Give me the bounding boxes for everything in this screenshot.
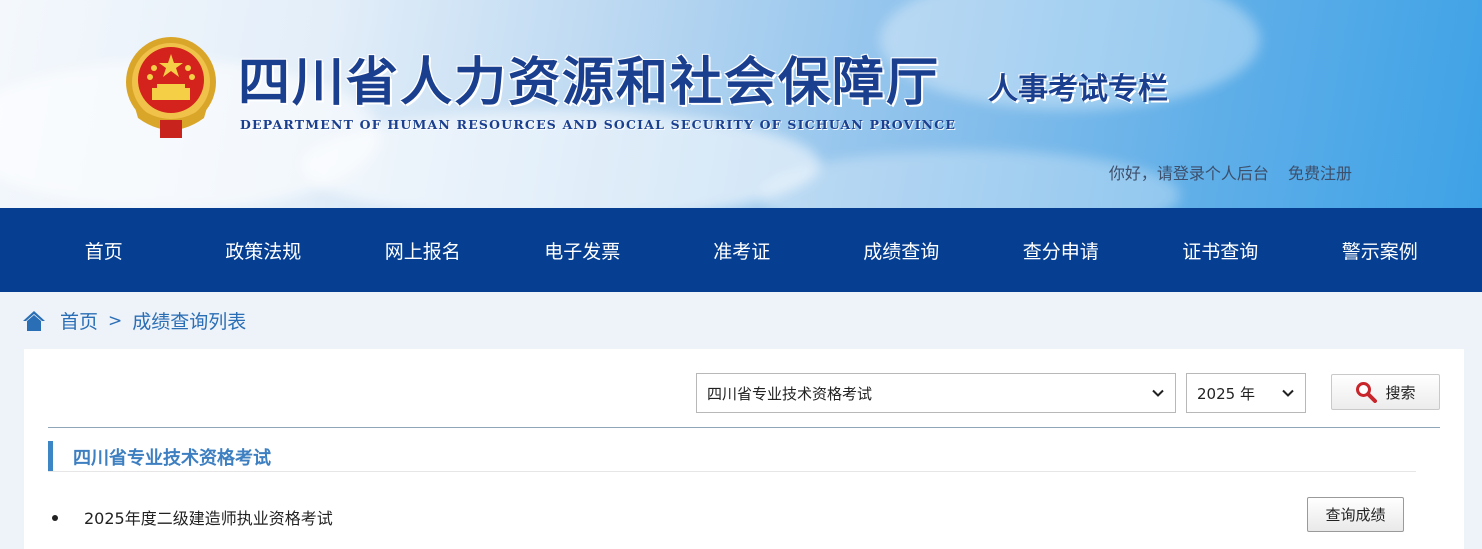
section-divider <box>48 471 1416 472</box>
bullet-icon <box>52 515 58 521</box>
section-accent-bar <box>48 441 53 472</box>
header-banner: 四川省人力资源和社会保障厅 DEPARTMENT OF HUMAN RESOUR… <box>0 0 1482 208</box>
nav-item-policy[interactable]: 政策法规 <box>184 237 344 264</box>
search-row: 四川省专业技术资格考试 2025 年 搜索 <box>24 373 1464 413</box>
login-link[interactable]: 你好，请登录个人后台 <box>1109 164 1269 183</box>
user-links: 你好，请登录个人后台 免费注册 <box>1109 160 1352 184</box>
home-icon <box>23 310 45 331</box>
nav-item-admission-ticket[interactable]: 准考证 <box>662 237 822 264</box>
divider <box>48 427 1440 428</box>
site-title-english: DEPARTMENT OF HUMAN RESOURCES AND SOCIAL… <box>240 117 957 132</box>
content-panel: 四川省专业技术资格考试 2025 年 搜索 四川省专业技术资格考试 2025年度… <box>24 349 1464 549</box>
nav-item-certificate-query[interactable]: 证书查询 <box>1141 237 1301 264</box>
year-select-value: 2025 年 <box>1197 384 1255 403</box>
breadcrumb-current: 成绩查询列表 <box>132 311 247 333</box>
breadcrumb-home-link[interactable]: 首页 <box>60 307 98 334</box>
chevron-down-icon <box>1282 389 1294 397</box>
search-button-label: 搜索 <box>1385 383 1416 402</box>
register-link[interactable]: 免费注册 <box>1288 164 1352 183</box>
nav-item-home[interactable]: 首页 <box>24 237 184 264</box>
nav-item-online-registration[interactable]: 网上报名 <box>343 237 503 264</box>
exam-name[interactable]: 2025年度二级建造师执业资格考试 <box>84 505 333 529</box>
section-title: 四川省专业技术资格考试 <box>73 447 271 469</box>
section-header: 四川省专业技术资格考试 <box>48 441 271 472</box>
site-title: 四川省人力资源和社会保障厅 <box>238 52 941 113</box>
section-subtitle: 人事考试专栏 <box>988 72 1168 107</box>
exam-type-select-value: 四川省专业技术资格考试 <box>707 384 873 403</box>
nav-item-score-review[interactable]: 查分申请 <box>981 237 1141 264</box>
magnifier-icon <box>1356 382 1378 403</box>
year-select[interactable]: 2025 年 <box>1186 373 1306 413</box>
nav-item-score-query[interactable]: 成绩查询 <box>822 237 982 264</box>
national-emblem-icon <box>126 37 216 138</box>
main-nav: 首页 政策法规 网上报名 电子发票 准考证 成绩查询 查分申请 证书查询 警示案… <box>0 208 1482 292</box>
exam-type-select[interactable]: 四川省专业技术资格考试 <box>696 373 1176 413</box>
search-button[interactable]: 搜索 <box>1331 374 1440 410</box>
breadcrumb: 首页 > 成绩查询列表 <box>0 292 1482 349</box>
chevron-down-icon <box>1152 389 1164 397</box>
nav-item-warning-cases[interactable]: 警示案例 <box>1300 237 1460 264</box>
nav-item-e-invoice[interactable]: 电子发票 <box>503 237 663 264</box>
list-item: 2025年度二级建造师执业资格考试 查询成绩 <box>52 497 1412 537</box>
query-score-button[interactable]: 查询成绩 <box>1307 497 1404 532</box>
breadcrumb-separator: > <box>108 310 123 331</box>
